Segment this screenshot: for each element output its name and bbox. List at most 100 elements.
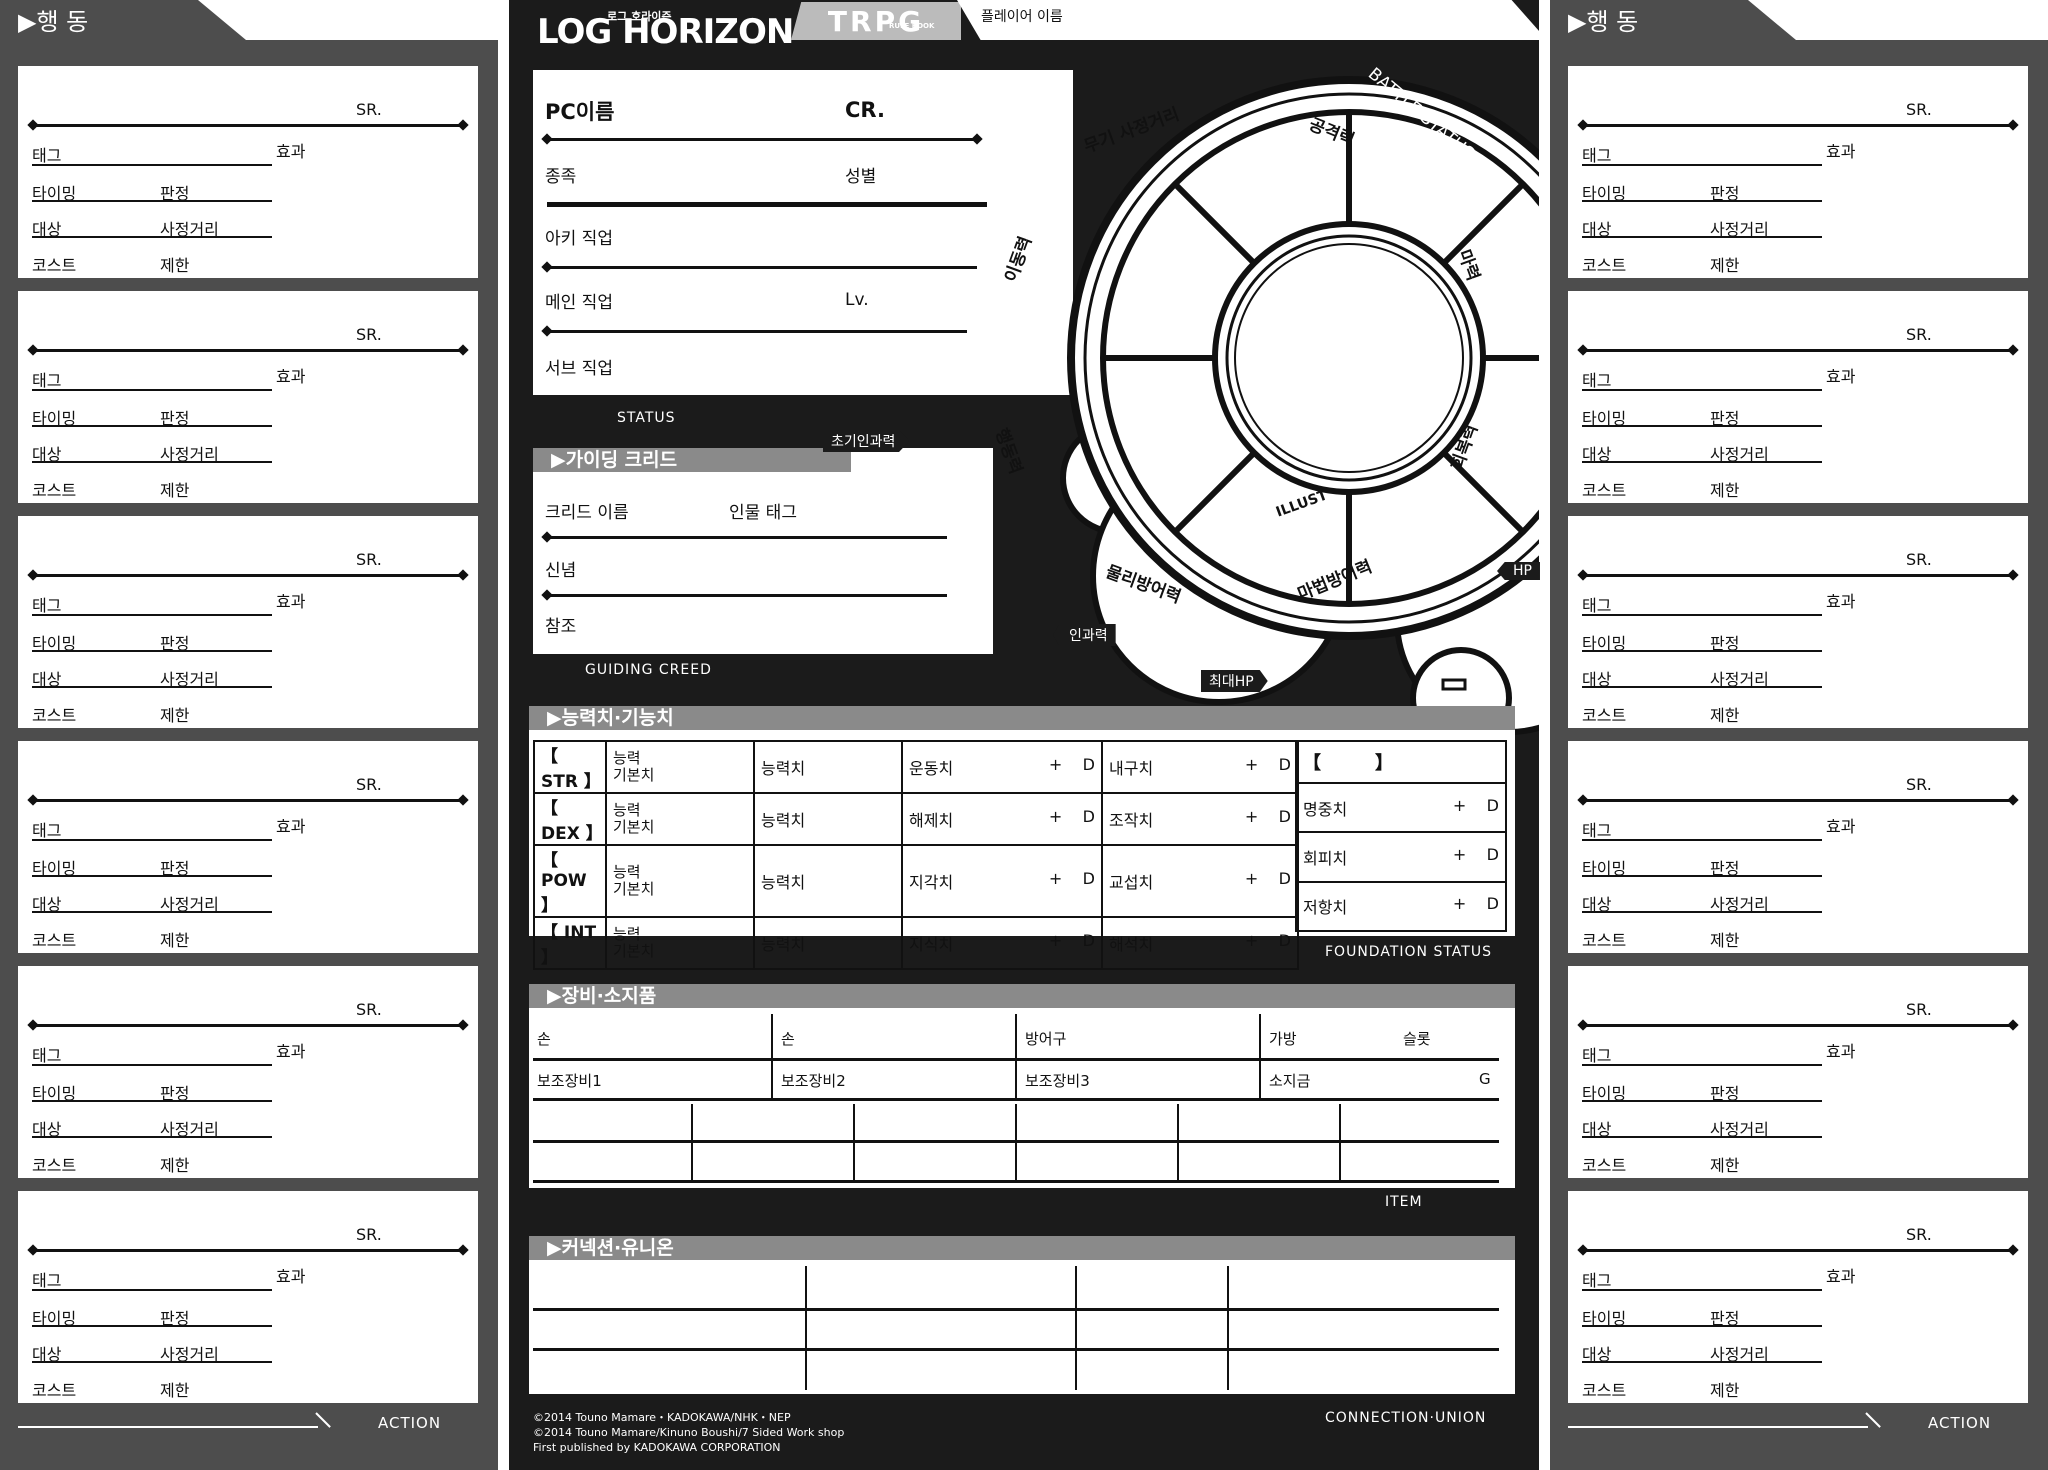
ability-header: ▶능력치·기능치	[529, 706, 1515, 730]
limit-label: 제한	[1710, 481, 1740, 500]
skill-label: 지식치	[909, 935, 954, 954]
cost-label: 코스트	[32, 706, 77, 725]
cost-label: 코스트	[1582, 1381, 1627, 1400]
money-label: 소지금	[1269, 1072, 1311, 1090]
sub-equip1-label: 보조장비1	[537, 1072, 602, 1090]
limit-label: 제한	[1710, 931, 1740, 950]
limit-label: 제한	[1710, 1156, 1740, 1175]
limit-label: 제한	[160, 256, 190, 275]
action-card[interactable]: SR. 태그 효과 타이밍 판정 대상 사정거리 코스트 제한	[18, 966, 478, 1178]
action-card[interactable]: SR. 태그 효과 타이밍 판정 대상 사정거리 코스트 제한	[18, 1191, 478, 1403]
initiative-tag: 초기인과력	[823, 430, 910, 452]
base-stat-label: 능력 기본치	[605, 916, 755, 970]
hand1-label: 손	[537, 1030, 551, 1048]
combat-row[interactable]: 명중치 + D	[1295, 781, 1507, 834]
stat-label: 능력치	[753, 844, 903, 918]
sr-label: SR.	[356, 1225, 382, 1244]
left-action-tab: ▶행 동	[0, 0, 216, 40]
tag-label: 태그	[1582, 1046, 1612, 1065]
base-stat-label: 능력 기본치	[605, 844, 755, 918]
combat-row[interactable]: 회피치 + D	[1295, 831, 1507, 883]
limit-label: 제한	[160, 481, 190, 500]
pc-name-label: PC이름	[545, 100, 615, 124]
ability-row[interactable]: 【 POW 】 능력 기본치 능력치 지각치 + D 교섭치 + D	[533, 844, 1299, 918]
ability-row[interactable]: 【 DEX 】 능력 기본치 능력치 해제치 + D 조작치 + D	[533, 792, 1299, 846]
player-name-field[interactable]: 플레이어 이름	[957, 0, 1547, 40]
cost-label: 코스트	[1582, 256, 1627, 275]
tag-label: 태그	[1582, 596, 1612, 615]
attribute-label: 【 POW 】	[533, 844, 607, 918]
log-horizon-logo: 로그 호라이즌 LOG HORIZON	[537, 10, 794, 52]
sr-label: SR.	[1906, 325, 1932, 344]
creed-name-label: 크리드 이름	[545, 503, 629, 523]
archetype-label: 아키 직업	[545, 229, 613, 249]
limit-label: 제한	[160, 1381, 190, 1400]
action-card[interactable]: SR. 태그 효과 타이밍 판정 대상 사정거리 코스트 제한	[1568, 516, 2028, 728]
sub-equip3-label: 보조장비3	[1025, 1072, 1090, 1090]
gender-label: 성별	[845, 167, 877, 187]
guiding-creed-footer: GUIDING CREED	[585, 662, 712, 678]
limit-label: 제한	[160, 1156, 190, 1175]
action-card[interactable]: SR. 태그 효과 타이밍 판정 대상 사정거리 코스트 제한	[1568, 966, 2028, 1178]
causality-tag: 인과력	[1053, 624, 1116, 646]
equipment-panel: ▶장비·소지품 손 손 방어구 가방 슬롯 보조장비1 보조장비2 보조장비3 …	[529, 984, 1515, 1188]
sr-label: SR.	[1906, 100, 1932, 119]
tag-label: 태그	[32, 1046, 62, 1065]
race-label: 종족	[545, 167, 577, 187]
combat-row[interactable]: 저항치 + D	[1295, 880, 1507, 933]
ability-row[interactable]: 【 STR 】 능력 기본치 능력치 운동치 + D 내구치 + D	[533, 740, 1299, 794]
effect-label: 효과	[1826, 1267, 1856, 1286]
tag-label: 태그	[1582, 821, 1612, 840]
ability-table: 【 STR 】 능력 기본치 능력치 운동치 + D 내구치 + D 【 DEX 】 능력 기본…	[533, 740, 1299, 970]
action-card[interactable]: SR. 태그 효과 타이밍 판정 대상 사정거리 코스트 제한	[18, 291, 478, 503]
bag-label: 가방	[1269, 1030, 1297, 1048]
effect-label: 효과	[1826, 1042, 1856, 1061]
action-card[interactable]: SR. 태그 효과 타이밍 판정 대상 사정거리 코스트 제한	[18, 516, 478, 728]
stat-label: 능력치	[753, 740, 903, 794]
cost-label: 코스트	[32, 481, 77, 500]
limit-label: 제한	[160, 706, 190, 725]
combat-bracket: 【 】	[1295, 740, 1507, 784]
right-action-footer: ACTION	[1568, 1408, 2028, 1448]
ability-panel: ▶능력치·기능치 【 STR 】 능력 기본치 능력치 운동치 + D 내구치 + D 【 D…	[529, 706, 1515, 970]
action-card[interactable]: SR. 태그 효과 타이밍 판정 대상 사정거리 코스트 제한	[1568, 291, 2028, 503]
stat-label: 능력치	[753, 792, 903, 846]
status-footer: STATUS	[617, 410, 676, 426]
cost-label: 코스트	[1582, 1156, 1627, 1175]
max-hp-tag: 최대HP	[1201, 670, 1268, 692]
connection-footer: CONNECTION·UNION	[1325, 1410, 1487, 1426]
attribute-label: 【 DEX 】	[533, 792, 607, 846]
cr-label: CR.	[845, 98, 885, 122]
action-card[interactable]: SR. 태그 효과 타이밍 판정 대상 사정거리 코스트 제한	[1568, 66, 2028, 278]
cost-label: 코스트	[32, 931, 77, 950]
copyright: ©2014 Touno Mamare・KADOKAWA/NHK・NEP ©201…	[533, 1411, 845, 1454]
character-sheet: 로그 호라이즌 LOG HORIZON TRPG RULE BOOK 플레이어 …	[509, 0, 1547, 1470]
skill-label: 해석치	[1109, 935, 1154, 954]
sr-label: SR.	[1906, 1000, 1932, 1019]
sr-label: SR.	[356, 550, 382, 569]
ability-row[interactable]: 【 INT 】 능력 기본치 능력치 지식치 + D 해석치 + D	[533, 916, 1299, 970]
main-class-label: 메인 직업	[545, 293, 613, 313]
cost-label: 코스트	[1582, 706, 1627, 725]
action-card[interactable]: SR. 태그 효과 타이밍 판정 대상 사정거리 코스트 제한	[18, 66, 478, 278]
stat-label: 능력치	[753, 916, 903, 970]
cost-label: 코스트	[32, 1156, 77, 1175]
action-card[interactable]: SR. 태그 효과 타이밍 판정 대상 사정거리 코스트 제한	[1568, 741, 2028, 953]
sr-label: SR.	[356, 100, 382, 119]
limit-label: 제한	[1710, 1381, 1740, 1400]
limit-label: 제한	[1710, 706, 1740, 725]
action-card[interactable]: SR. 태그 효과 타이밍 판정 대상 사정거리 코스트 제한	[1568, 1191, 2028, 1403]
sr-label: SR.	[356, 1000, 382, 1019]
armor-label: 방어구	[1025, 1030, 1067, 1048]
right-action-tab: ▶행 동	[1550, 0, 1766, 40]
effect-label: 효과	[276, 592, 306, 611]
skill-label: 운동치	[909, 759, 954, 778]
tag-label: 태그	[1582, 1271, 1612, 1290]
player-name-label: 플레이어 이름	[981, 9, 1063, 25]
action-card[interactable]: SR. 태그 효과 타이밍 판정 대상 사정거리 코스트 제한	[18, 741, 478, 953]
gold-unit: G	[1479, 1070, 1491, 1088]
combat-table: 【 】 명중치 + D 회피치 + D 저항치 + D	[1295, 740, 1507, 933]
belief-label: 신념	[545, 561, 577, 581]
foundation-status-footer: FOUNDATION STATUS	[1325, 944, 1492, 960]
equipment-header: ▶장비·소지품	[529, 984, 1515, 1008]
